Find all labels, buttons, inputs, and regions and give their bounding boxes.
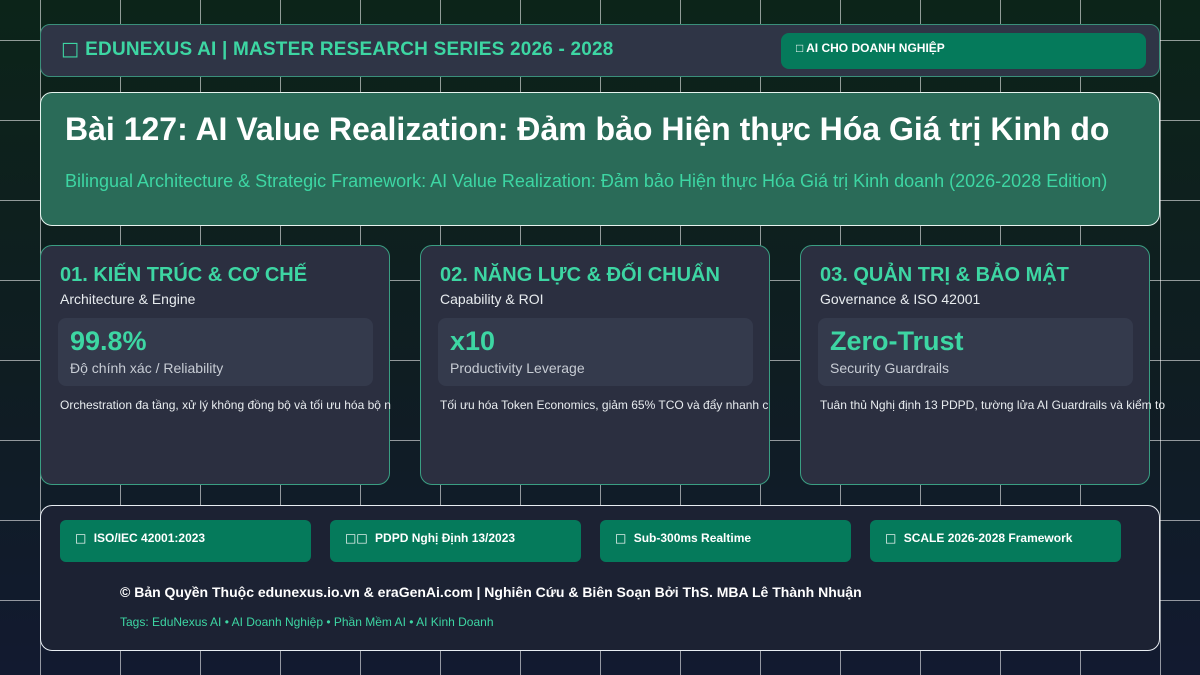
card-title: 01. KIẾN TRÚC & CƠ CHẾ xyxy=(60,264,308,286)
card-description: Tuân thủ Nghị định 13 PDPD, tường lửa AI… xyxy=(820,398,1165,412)
card-governance: 03. QUẢN TRỊ & BẢO MẬT Governance & ISO … xyxy=(800,245,1165,485)
tag-label: Sub-300ms Realtime xyxy=(633,531,752,545)
metric-label: Security Guardrails xyxy=(830,360,950,376)
tag-realtime[interactable]: □ Sub-300ms Realtime xyxy=(600,520,851,562)
metric-box: 99.8% Độ chính xác / Reliability xyxy=(58,318,373,386)
brand-title: □ EDUNEXUS AI | MASTER RESEARCH SERIES 20… xyxy=(61,38,614,61)
card-title: 03. QUẢN TRỊ & BẢO MẬT xyxy=(820,264,1069,286)
brand-text: EDUNEXUS AI | MASTER RESEARCH SERIES 202… xyxy=(85,39,614,60)
metric-label: Productivity Leverage xyxy=(450,360,585,376)
tags-line: Tags: EduNexus AI • AI Doanh Nghiệp • Ph… xyxy=(120,615,494,629)
card-title: 02. NĂNG LỰC & ĐỐI CHUẨN xyxy=(440,264,720,286)
card-subtitle: Architecture & Engine xyxy=(60,291,196,307)
chart-icon: □ xyxy=(885,531,897,545)
hero-banner: Bài 127: AI Value Realization: Đảm bảo H… xyxy=(40,92,1160,226)
card-description: Tối ưu hóa Token Economics, giảm 65% TCO… xyxy=(440,398,769,412)
card-capability: 02. NĂNG LỰC & ĐỐI CHUẨN Capability & RO… xyxy=(420,245,770,485)
metric-box: x10 Productivity Leverage xyxy=(438,318,753,386)
footer: □ ISO/IEC 42001:2023 □□ PDPD Nghị Định 1… xyxy=(40,505,1160,651)
card-subtitle: Governance & ISO 42001 xyxy=(820,291,981,307)
copyright-text: © Bản Quyền Thuộc edunexus.io.vn & eraGe… xyxy=(120,584,862,600)
page-title: Bài 127: AI Value Realization: Đảm bảo H… xyxy=(65,111,1110,147)
tag-label: ISO/IEC 42001:2023 xyxy=(93,531,206,545)
tag-label: SCALE 2026-2028 Framework xyxy=(903,531,1073,545)
card-subtitle: Capability & ROI xyxy=(440,291,544,307)
metric-box: Zero-Trust Security Guardrails xyxy=(818,318,1133,386)
card-description: Orchestration đa tầng, xử lý không đồng … xyxy=(60,398,391,412)
top-bar: □ EDUNEXUS AI | MASTER RESEARCH SERIES 20… xyxy=(40,24,1160,77)
shield-icon: □ xyxy=(75,531,87,545)
tag-scale[interactable]: □ SCALE 2026-2028 Framework xyxy=(870,520,1121,562)
tag-iso[interactable]: □ ISO/IEC 42001:2023 xyxy=(60,520,311,562)
metric-value: Zero-Trust xyxy=(830,326,964,356)
ai-enterprise-badge[interactable]: □ AI CHO DOANH NGHIỆP xyxy=(781,33,1146,69)
card-architecture: 01. KIẾN TRÚC & CƠ CHẾ Architecture & En… xyxy=(40,245,391,485)
page-subtitle: Bilingual Architecture & Strategic Frame… xyxy=(65,171,1108,191)
tag-pdpd[interactable]: □□ PDPD Nghị Định 13/2023 xyxy=(330,520,581,562)
metric-value: 99.8% xyxy=(70,326,147,356)
lightning-icon: □ xyxy=(615,531,627,545)
metric-value: x10 xyxy=(450,326,496,356)
globe-icon: □ xyxy=(61,38,80,60)
flag-icon: □□ xyxy=(345,531,368,545)
metric-label: Độ chính xác / Reliability xyxy=(70,360,224,376)
tag-label: PDPD Nghị Định 13/2023 xyxy=(375,531,516,545)
